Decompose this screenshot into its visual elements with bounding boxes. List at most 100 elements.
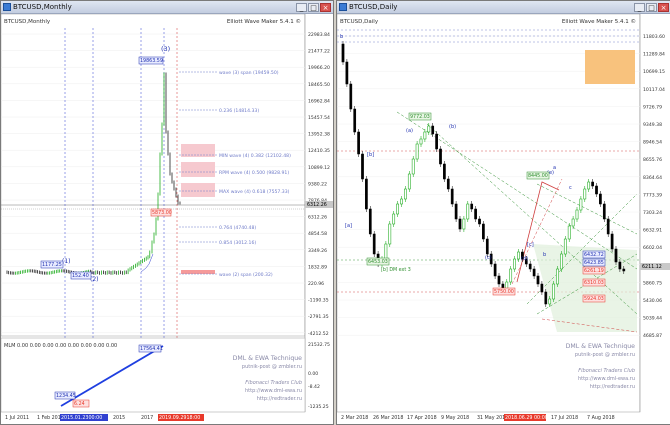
maximize-button[interactable]: □	[646, 3, 657, 12]
time-tick-label: 17 Jul 2018	[551, 415, 578, 421]
wave-label-1: (1)	[62, 258, 71, 265]
minimize-button[interactable]: _	[634, 3, 645, 12]
candle-body	[595, 185, 598, 195]
daily-chart-canvas[interactable]: BTCUSD,Daily Elliott Wave Maker 5.4.1 © …	[337, 14, 670, 424]
wave-label: [b]	[367, 152, 374, 158]
fib-zone	[181, 162, 215, 177]
price-tag-5: 5924.03	[584, 296, 604, 302]
candle-body	[513, 258, 516, 270]
time-tick-label: 17 Apr 2018	[407, 415, 437, 421]
price-tick-label: 13952.38	[308, 132, 330, 138]
window-title: BTCUSD,Monthly	[13, 3, 72, 11]
wave-label: (d)	[521, 256, 528, 262]
subpanel-tag-low: 6.24	[74, 401, 85, 407]
minimize-button[interactable]: _	[296, 3, 307, 12]
price-tick-label: 6632.91	[643, 228, 662, 234]
price-tick-label: 10899.12	[308, 165, 330, 171]
chart-window-icon	[3, 3, 11, 11]
candle-body	[587, 181, 591, 190]
watermark-line: http://www.dml-ewa.ru	[245, 388, 302, 394]
candle-body	[404, 188, 407, 200]
candle-body	[388, 223, 392, 245]
time-tick-label: 2017	[141, 415, 153, 421]
candle-body	[462, 218, 466, 230]
candle-body	[454, 203, 458, 220]
candle-body	[415, 143, 419, 160]
close-button[interactable]: ×	[658, 3, 669, 12]
candle-body	[517, 251, 520, 260]
price-tick-label: 6312.26	[308, 215, 327, 221]
price-tick-label: 11803.60	[643, 34, 665, 40]
window-title: BTCUSD,Daily	[349, 3, 398, 11]
wave-b-tag: 9772.03	[410, 114, 430, 120]
price-tick-label: 5039.44	[643, 316, 662, 322]
candle-body	[349, 83, 353, 110]
time-tick-label: 7 Aug 2018	[587, 415, 615, 421]
candle-body	[446, 178, 450, 190]
price-tick-label: 19966.20	[308, 65, 330, 71]
time-tick-label: 2018.06.29 00:00	[505, 415, 548, 421]
candle-body	[392, 213, 396, 225]
candle-body	[435, 133, 438, 150]
price-tick-label: 5860.75	[643, 280, 662, 286]
price-tick-label: -1190.35	[308, 298, 329, 304]
monthly-chart-canvas[interactable]: BTCUSD,Monthly Elliott Wave Maker 5.4.1 …	[1, 14, 333, 424]
subpanel-tick: -1235.25	[308, 404, 329, 410]
watermark-line: putnik-post @ zmbler.ru	[575, 352, 635, 358]
fib-level-label: 0.764 (4740.48)	[219, 225, 256, 231]
candle-body	[466, 203, 470, 220]
price-tick-label: 8364.64	[643, 175, 662, 181]
watermark-line: putnik-post @ zmbler.ru	[242, 364, 302, 370]
watermark-line: http://www.dml-ewa.ru	[578, 376, 635, 382]
fib-level-label: 0.236 (14814.33)	[219, 108, 259, 114]
price-tick-label: 10117.04	[643, 87, 665, 93]
time-tick-label: 2019.09.2918:00	[159, 415, 200, 421]
price-tick-label: 21477.22	[308, 49, 330, 55]
candle-body	[606, 218, 610, 235]
candle-body	[365, 178, 368, 210]
candle-body	[357, 131, 360, 155]
candle-body	[372, 233, 376, 255]
wave-label: (b)	[449, 124, 456, 130]
price-tick-label: -4212.52	[308, 331, 329, 337]
candle-body	[419, 138, 423, 145]
daily-chart-window[interactable]: BTCUSD,Daily _ □ × BTCUSD,Daily Elliott Wa…	[336, 0, 670, 425]
price-tag-4: 6310.03	[584, 280, 604, 286]
wave-label: a	[553, 165, 556, 171]
candle-body	[423, 131, 427, 140]
time-tick-label: 1 Jul 2011	[5, 415, 29, 421]
indicator-label: Elliott Wave Maker 5.4.1 ©	[562, 18, 636, 25]
subpanel-tag-mid: 1234.45	[56, 393, 76, 399]
candle-body	[474, 208, 477, 220]
wave-label: b	[340, 34, 343, 40]
fib-level-label: MIN wave (4) 0.382 (12102.48)	[219, 153, 291, 159]
price-tick-label: 10699.15	[643, 69, 665, 75]
price-tick-label: 4685.87	[643, 333, 662, 339]
candle-body	[575, 209, 579, 220]
price-tag-1: 6432.72	[584, 252, 604, 258]
monthly-chart-window[interactable]: BTCUSD,Monthly _ □ × BTCUSD,Monthly Elliot…	[0, 0, 334, 425]
candle-body	[485, 238, 489, 255]
target-zone	[585, 50, 635, 84]
candle-body	[528, 263, 532, 270]
candle-body	[407, 173, 411, 190]
candle-body	[591, 181, 594, 187]
candle-body	[431, 125, 435, 135]
candle-body	[411, 158, 415, 175]
price-tick-label: 4854.58	[308, 231, 327, 237]
window-titlebar[interactable]: BTCUSD,Daily _ □ ×	[337, 1, 670, 14]
symbol-label: BTCUSD,Daily	[340, 19, 379, 25]
candle-body	[571, 218, 575, 227]
time-tick-label: 1 Feb 2013	[37, 415, 64, 421]
candle-body	[622, 268, 626, 272]
candle-body	[618, 261, 622, 270]
candle-body	[439, 148, 442, 165]
wave-label: (a)	[406, 128, 413, 134]
candle-body	[341, 43, 345, 63]
fib-level-label: wave (2) span (200.32)	[219, 272, 273, 278]
close-button[interactable]: ×	[320, 3, 331, 12]
window-titlebar[interactable]: BTCUSD,Monthly _ □ ×	[1, 1, 333, 14]
maximize-button[interactable]: □	[308, 3, 319, 12]
fib-zone	[181, 183, 215, 197]
current-price-label: 6211.12	[642, 264, 662, 270]
